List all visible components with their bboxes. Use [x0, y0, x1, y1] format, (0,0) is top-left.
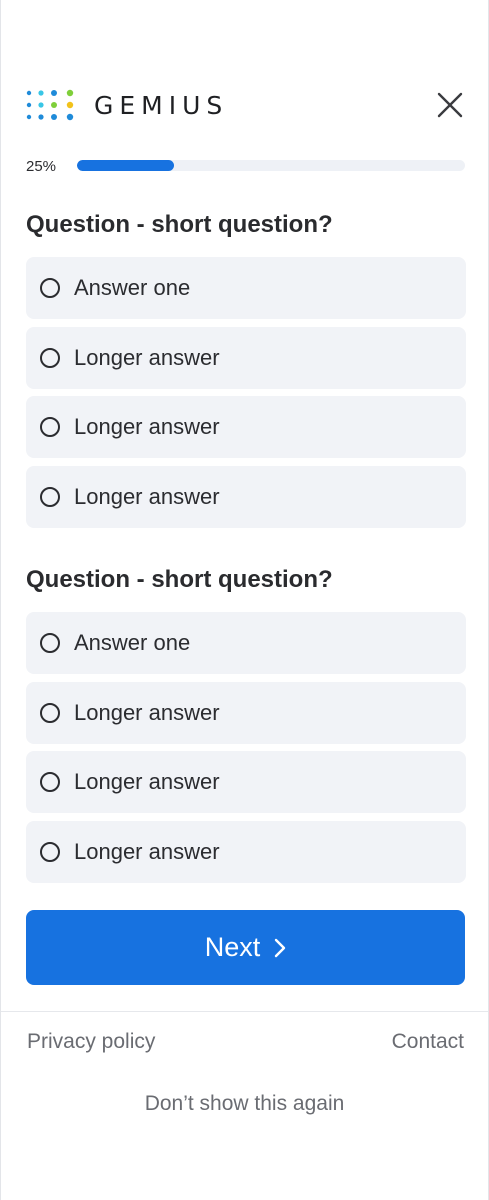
logo-text: GEMIUS: [94, 90, 229, 120]
answer-option[interactable]: Longer answer: [26, 751, 466, 813]
radio-button[interactable]: [40, 417, 60, 437]
progress-percent: 25%: [26, 158, 57, 175]
answer-label: Longer answer: [74, 344, 220, 370]
radio-button[interactable]: [40, 486, 60, 507]
answer-label: Longer answer: [74, 483, 220, 509]
divider: [1, 1011, 488, 1012]
radio-button[interactable]: [40, 841, 60, 862]
radio-button[interactable]: [40, 633, 60, 653]
answer-option[interactable]: Longer answer: [26, 820, 466, 883]
close-button[interactable]: [434, 89, 466, 121]
question-title: Question - short question?: [26, 566, 333, 593]
progress: 25%: [26, 155, 466, 177]
chevron-right-icon: [275, 938, 286, 957]
next-button-label: Next: [204, 932, 261, 962]
radio-button[interactable]: [40, 278, 60, 298]
survey-panel: GEMIUS 25% Question - short question? An…: [0, 0, 489, 1200]
logo: GEMIUS: [26, 89, 228, 121]
answer-label: Longer answer: [74, 414, 220, 439]
answer-option[interactable]: Answer one: [26, 612, 466, 674]
progress-track: [77, 160, 465, 171]
dot-grid-logo-icon: [26, 89, 74, 121]
answer-option[interactable]: Longer answer: [26, 396, 466, 458]
answer-option[interactable]: Longer answer: [26, 326, 466, 389]
radio-button[interactable]: [40, 702, 60, 723]
answer-list: Answer one Longer answer Longer answer L…: [26, 612, 466, 883]
answer-label: Answer one: [74, 630, 191, 655]
answer-label: Answer one: [74, 275, 191, 300]
answer-label: Longer answer: [74, 699, 220, 725]
header: GEMIUS: [26, 85, 466, 125]
radio-button[interactable]: [40, 772, 60, 792]
question-1: Question - short question? Answer one Lo…: [26, 207, 466, 535]
answer-option[interactable]: Answer one: [26, 257, 466, 319]
answer-option[interactable]: Longer answer: [26, 465, 466, 528]
dont-show-again-link[interactable]: Don’t show this again: [1, 1092, 488, 1116]
answer-label: Longer answer: [74, 838, 220, 864]
answer-option[interactable]: Longer answer: [26, 681, 466, 744]
close-icon: [437, 92, 463, 118]
answer-label: Longer answer: [74, 769, 220, 794]
question-2: Question - short question? Answer one Lo…: [26, 562, 466, 890]
progress-fill: [77, 160, 174, 171]
privacy-policy-link[interactable]: Privacy policy: [27, 1030, 155, 1054]
radio-button[interactable]: [40, 347, 60, 368]
answer-list: Answer one Longer answer Longer answer L…: [26, 257, 466, 528]
question-title: Question - short question?: [26, 211, 333, 238]
next-button[interactable]: Next: [26, 910, 465, 985]
contact-link[interactable]: Contact: [392, 1030, 464, 1054]
